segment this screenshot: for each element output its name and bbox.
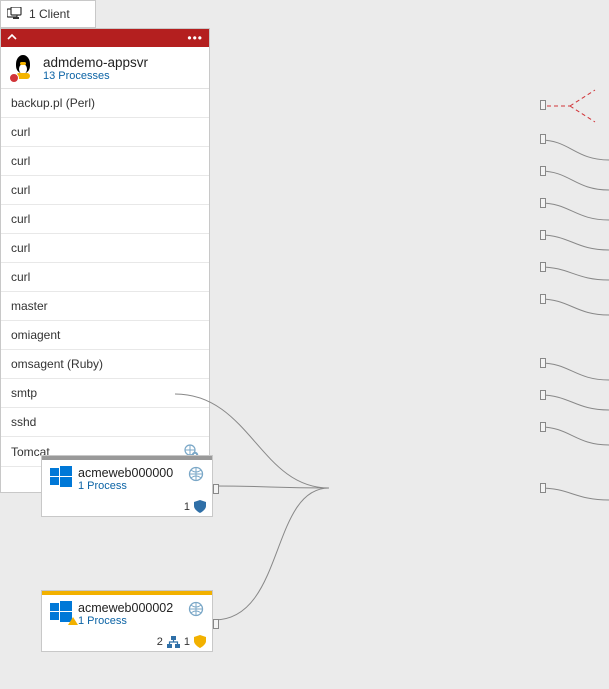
server-name: acmeweb000000 [78, 466, 173, 480]
warning-icon [68, 617, 78, 625]
client-label: 1 Client [29, 7, 70, 21]
footer-count: 1 [184, 501, 190, 513]
footer-count-1: 2 [157, 636, 163, 648]
node-header[interactable]: ••• [1, 29, 209, 47]
globe-icon [188, 601, 204, 617]
linux-icon [11, 55, 35, 81]
client-group-node[interactable]: 1 Client [0, 0, 96, 28]
server-name: admdemo-appsvr [43, 55, 148, 70]
process-name: curl [11, 241, 30, 255]
alert-badge-icon [9, 73, 19, 83]
process-name: smtp [11, 386, 37, 400]
process-item[interactable]: master [1, 292, 209, 321]
process-name: sshd [11, 415, 36, 429]
process-name: curl [11, 270, 30, 284]
clients-icon [7, 7, 23, 21]
server-node-acmeweb000002[interactable]: acmeweb000002 1 Process 2 1 [41, 590, 213, 652]
shield-icon [194, 500, 206, 513]
process-item[interactable]: smtp [1, 379, 209, 408]
process-item[interactable]: curl [1, 205, 209, 234]
process-item[interactable]: omsagent (Ruby) [1, 350, 209, 379]
process-item[interactable]: sshd [1, 408, 209, 437]
more-icon[interactable]: ••• [187, 31, 203, 45]
process-item[interactable]: curl [1, 263, 209, 292]
port-out [213, 619, 219, 629]
process-item[interactable]: curl [1, 176, 209, 205]
server-process-count: 1 Process [78, 480, 173, 492]
process-item[interactable]: omiagent [1, 321, 209, 350]
process-name: master [11, 299, 48, 313]
port-out [213, 484, 219, 494]
process-list: backup.pl (Perl) curl curl curl curl cur… [1, 89, 209, 467]
process-item[interactable]: backup.pl (Perl) [1, 89, 209, 118]
collapse-icon[interactable] [7, 32, 17, 45]
server-process-count: 13 Processes [43, 70, 148, 82]
network-icon [167, 636, 180, 648]
server-name: acmeweb000002 [78, 601, 173, 615]
process-name: omiagent [11, 328, 60, 342]
process-item[interactable]: curl [1, 147, 209, 176]
process-item[interactable]: curl [1, 118, 209, 147]
windows-icon [50, 466, 72, 488]
process-name: omsagent (Ruby) [11, 357, 103, 371]
footer-count-2: 1 [184, 636, 190, 648]
process-name: curl [11, 212, 30, 226]
globe-icon [188, 466, 204, 482]
shield-warning-icon [194, 635, 206, 648]
process-name: curl [11, 125, 30, 139]
server-node-acmeweb000000[interactable]: acmeweb000000 1 Process 1 [41, 455, 213, 517]
process-item[interactable]: curl [1, 234, 209, 263]
server-process-count: 1 Process [78, 615, 173, 627]
process-name: backup.pl (Perl) [11, 96, 95, 110]
process-name: curl [11, 154, 30, 168]
process-name: curl [11, 183, 30, 197]
server-node-admdemo-appsvr[interactable]: ••• admdemo-appsvr 13 Processes backup.p… [0, 28, 210, 493]
